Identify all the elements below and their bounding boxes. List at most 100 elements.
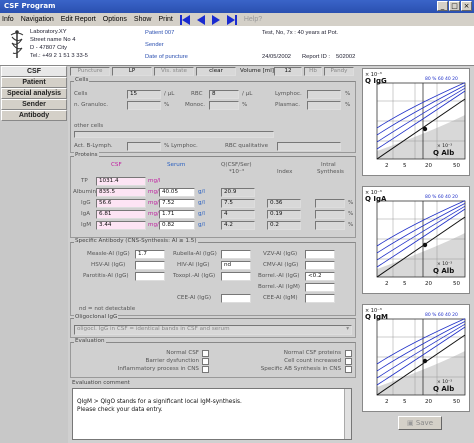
tab-antibody[interactable]: Antibody <box>1 110 67 121</box>
iga-csf-input[interactable]: 6.81 <box>96 210 146 219</box>
ab-input-cmv[interactable] <box>305 261 335 270</box>
maximize-icon[interactable]: □ <box>449 1 460 11</box>
ab-input-cee-igg[interactable] <box>221 294 251 303</box>
graph-iga: Q IgA × 10⁻³ 80 % 60 40 20 Q Alb × 10⁻³ 2 5 20 5… <box>362 186 470 294</box>
save-label: Save <box>415 419 434 427</box>
igm-csf-input[interactable]: 3.44 <box>96 221 146 230</box>
tab-csf[interactable]: CSF <box>1 66 67 77</box>
tab-special-analysis[interactable]: Special analysis <box>1 88 67 99</box>
ab-input-borrel-igm[interactable] <box>305 283 335 292</box>
csf-form: Puncture LP Vis. state clear Volume [ml]… <box>68 66 358 443</box>
eval-normal-proteins-label: Normal CSF proteins <box>283 350 341 356</box>
vis-state-field[interactable]: Vis. state <box>154 67 194 76</box>
menu-help[interactable]: Help? <box>244 16 262 23</box>
ab-footnote: nd = not detectable <box>79 306 136 312</box>
menu-options[interactable]: Options <box>103 16 127 23</box>
igm-serum-unit: g/l <box>198 222 205 228</box>
ab-input-hiv[interactable]: nd <box>221 261 251 270</box>
x-tick-label: 20 <box>425 399 432 405</box>
eval-cell-count-label: Cell count increased <box>284 358 341 364</box>
report-id-value: 502002 <box>336 54 356 60</box>
col-q-exp: *10⁻³ <box>229 169 245 175</box>
eval-normal-proteins-checkbox[interactable] <box>345 350 352 357</box>
igg-csf-input[interactable]: 56.6 <box>96 199 146 208</box>
save-button[interactable]: ▣ Save <box>398 416 442 430</box>
ab-input-hsv[interactable] <box>135 261 165 270</box>
pandy-field[interactable]: Pandy <box>324 67 354 76</box>
eval-inflammatory-checkbox[interactable] <box>202 366 209 373</box>
igg-serum-input[interactable]: 7.52 <box>159 199 195 208</box>
eval-cell-count-checkbox[interactable] <box>345 358 352 365</box>
report-header: Laboratory.XY Street name No 4 D - 47807… <box>0 26 474 66</box>
tp-csf-input[interactable]: 1031.4 <box>96 177 146 186</box>
x-tick-label: 5 <box>403 281 407 287</box>
evaluation-comment-textarea[interactable]: QIgM > QIgO stands for a significant loc… <box>72 388 352 440</box>
plasmac-label: Plasmac. <box>275 102 300 108</box>
lp-field[interactable]: LP <box>112 67 152 76</box>
cells-label: Cells <box>74 91 88 97</box>
menu-navigation[interactable]: Navigation <box>21 16 54 23</box>
x-tick-label: 2 <box>385 163 389 169</box>
col-q: Q(CSF/Ser) <box>221 162 252 168</box>
oligoclonal-select[interactable]: oligocl. IgG in CSF = identical bands in… <box>74 325 352 335</box>
row-label-igg: IgG <box>81 200 91 206</box>
eval-barrier-label: Barrier dysfunction <box>145 358 199 364</box>
ab-label-hiv: HIV-AI (IgG) <box>177 262 210 268</box>
igm-serum-input[interactable]: 0.82 <box>159 221 195 230</box>
ab-input-parotitis[interactable] <box>135 272 165 281</box>
eval-normal-csf-checkbox[interactable] <box>202 350 209 357</box>
eval-specific-ab-label: Specific AB Synthesis in CNS <box>260 366 341 372</box>
lymphoc-input[interactable] <box>307 90 341 99</box>
menu-info[interactable]: Info <box>2 16 14 23</box>
monoc-input[interactable] <box>209 101 239 110</box>
granuloc-input[interactable] <box>127 101 161 110</box>
clear-field[interactable]: clear <box>196 67 236 76</box>
act-b-lymph-input[interactable] <box>127 142 161 151</box>
nav-prev-icon[interactable] <box>196 14 205 25</box>
ab-input-measle[interactable]: 1.7 <box>135 250 165 259</box>
menu-show[interactable]: Show <box>134 16 152 23</box>
lab-name: Laboratory.XY <box>30 29 67 35</box>
albumin-csf-input[interactable]: 835.5 <box>96 188 146 197</box>
rbc-qualitative-label: RBC qualitative <box>225 143 269 149</box>
other-cells-input[interactable] <box>74 131 274 138</box>
menu-edit-report[interactable]: Edit Report <box>61 16 96 23</box>
tab-patient[interactable]: Patient <box>1 77 67 88</box>
eval-specific-ab-checkbox[interactable] <box>345 366 352 373</box>
minimize-icon[interactable]: _ <box>437 1 448 11</box>
nav-next-icon[interactable] <box>211 14 220 25</box>
ab-label-vzv: VZV-AI (IgG) <box>263 251 298 257</box>
window-titlebar: CSF Program <box>0 0 474 13</box>
ab-input-vzv[interactable] <box>305 250 335 259</box>
comment-scrollbar[interactable] <box>344 389 351 439</box>
chevron-down-icon[interactable]: ▾ <box>346 326 349 333</box>
graph-igg: Q IgG × 10⁻³ 80 % 60 40 20 Q Alb × 10⁻³ 2 5 20 5… <box>362 68 470 176</box>
iga-serum-input[interactable]: 1.71 <box>159 210 195 219</box>
nav-last-icon[interactable] <box>226 14 237 25</box>
rbc-input[interactable]: 8 <box>209 90 239 99</box>
ab-input-cee-igm[interactable] <box>305 294 335 303</box>
ab-input-borrel-igg[interactable]: <0.2 <box>305 272 335 281</box>
menu-print[interactable]: Print <box>158 16 172 23</box>
plasmac-input[interactable] <box>307 101 341 110</box>
x-axis-label: Q Alb <box>433 267 454 275</box>
ab-input-toxopl[interactable] <box>221 272 251 281</box>
nav-first-icon[interactable] <box>179 14 190 25</box>
tab-sender[interactable]: Sender <box>1 99 67 110</box>
igm-synthesis-value <box>315 221 345 230</box>
date-value: 24/05/2002 <box>262 54 292 60</box>
ab-input-rubella[interactable] <box>221 250 251 259</box>
eval-barrier-checkbox[interactable] <box>202 358 209 365</box>
hb-field[interactable]: Hb <box>304 67 322 76</box>
close-icon[interactable]: × <box>461 1 472 11</box>
cells-input[interactable]: 15 <box>127 90 161 99</box>
albumin-serum-input[interactable]: 40.05 <box>159 188 195 197</box>
puncture-field[interactable]: Puncture <box>70 67 110 76</box>
volume-input[interactable]: 12 <box>274 67 302 76</box>
cells-group: Cells Cells 15 / µL RBC 8 / µL Lymphoc. … <box>70 77 356 153</box>
igm-index-value: 0.2 <box>267 221 301 230</box>
col-csf: CSF <box>111 162 122 168</box>
lymphoc-label: Lymphoc. <box>275 91 302 97</box>
rbc-qualitative-input[interactable] <box>277 142 341 151</box>
eval-normal-csf-label: Normal CSF <box>166 350 199 356</box>
